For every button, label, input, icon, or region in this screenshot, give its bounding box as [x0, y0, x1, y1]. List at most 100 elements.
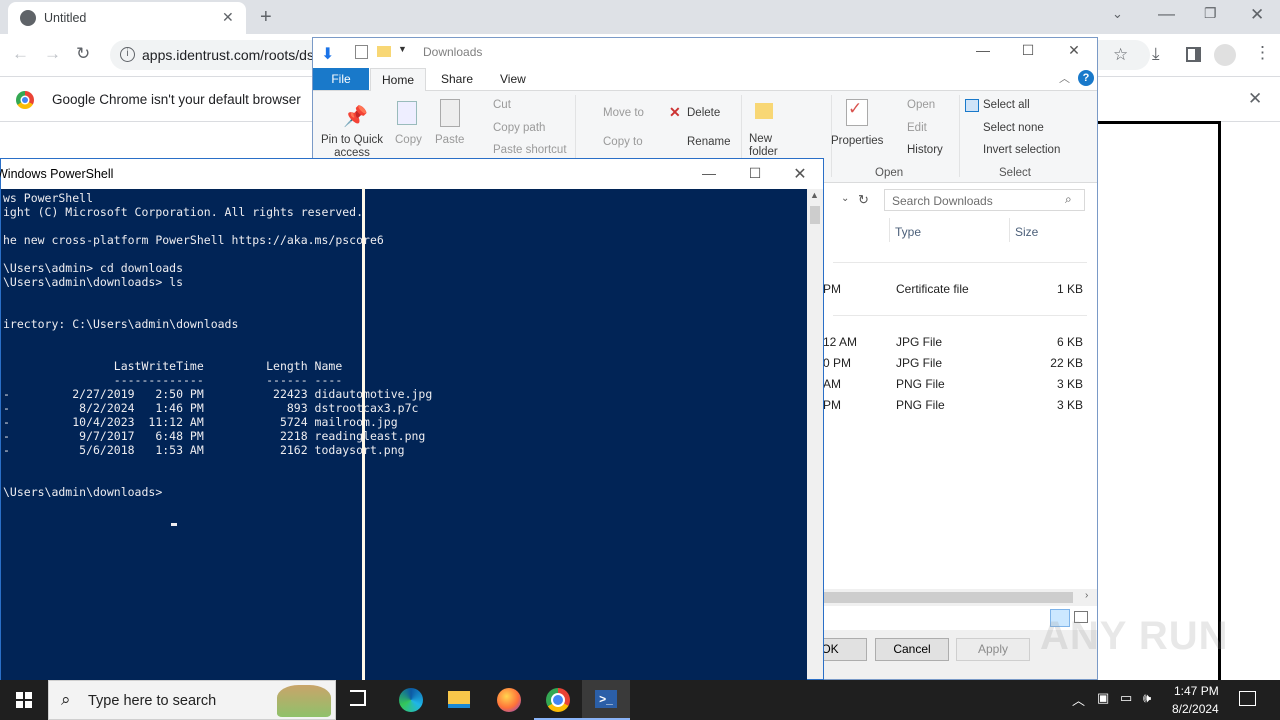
column-header-type[interactable]: Type [895, 225, 921, 239]
windows-logo-icon [16, 692, 32, 708]
infobar-close-icon[interactable]: ✕ [1248, 90, 1262, 107]
task-view-icon[interactable] [350, 690, 366, 706]
console-line: ------------- ------ ---- [3, 373, 343, 387]
console-line: \Users\admin\downloads> ls [3, 275, 184, 289]
console-scrollbar-thumb[interactable] [810, 206, 820, 224]
forward-icon[interactable]: → [44, 45, 61, 62]
qat-dropdown-icon[interactable]: ▼ [398, 44, 407, 54]
powershell-console[interactable]: ws PowerShell ight (C) Microsoft Corporat… [1, 189, 807, 681]
profile-avatar[interactable] [1214, 44, 1236, 66]
scroll-right-icon[interactable]: › [1085, 590, 1088, 601]
tab-file[interactable]: File [313, 68, 369, 90]
ribbon-collapse-icon[interactable]: ︿ [1059, 70, 1070, 86]
bookmark-star-icon[interactable]: ☆ [1113, 46, 1128, 63]
row-size: 1 KB [1056, 282, 1083, 296]
new-tab-button[interactable]: + [260, 7, 272, 27]
copy-button[interactable]: Copy [395, 134, 422, 146]
powershell-title: Windows PowerShell [0, 167, 114, 181]
pin-quick-access-button[interactable]: Pin to Quick access [321, 134, 383, 160]
back-icon[interactable]: ← [12, 45, 29, 62]
tab-search-icon[interactable]: ⌄ [1112, 7, 1123, 20]
side-panel-icon[interactable] [1186, 47, 1201, 62]
paste-button[interactable]: Paste [435, 134, 464, 146]
volume-icon[interactable]: 🕪 [1143, 690, 1151, 706]
qat-folder-icon[interactable] [377, 46, 391, 57]
help-icon[interactable]: ? [1078, 70, 1094, 86]
tab-home[interactable]: Home [370, 68, 426, 91]
explorer-maximize-button[interactable]: ☐ [1016, 42, 1040, 59]
list-item[interactable]: PM PNG File 3 KB [823, 398, 1087, 416]
minimize-button[interactable]: — [1158, 5, 1175, 22]
row-type: JPG File [896, 335, 943, 349]
console-line: - 5/6/2018 1:53 AM 2162 todaysort.png [3, 443, 405, 457]
close-button[interactable]: ✕ [1250, 6, 1264, 23]
edge-icon [399, 688, 423, 712]
row-date: 0 PM [823, 356, 852, 370]
clock-date[interactable]: 8/2/2024 [1172, 702, 1219, 716]
list-item[interactable]: AM PNG File 3 KB [823, 377, 1087, 395]
search-downloads-box[interactable]: Search Downloads ⌕ [884, 189, 1085, 211]
group-divider [833, 262, 1087, 263]
scrollbar-thumb[interactable] [823, 592, 1073, 603]
history-button[interactable]: History [907, 144, 943, 156]
clock-time[interactable]: 1:47 PM [1174, 684, 1219, 698]
taskbar-edge[interactable] [386, 680, 434, 720]
ps-maximize-button[interactable]: ☐ [743, 165, 767, 182]
taskbar-powershell[interactable]: >_ [582, 680, 630, 720]
move-to-button[interactable]: Move to [603, 107, 644, 119]
address-dropdown-icon[interactable]: ⌄ [841, 193, 849, 204]
cut-button[interactable]: Cut [493, 99, 511, 111]
scroll-up-icon[interactable]: ▲ [810, 190, 819, 200]
explorer-close-button[interactable]: ✕ [1062, 42, 1086, 59]
rename-button[interactable]: Rename [687, 136, 730, 148]
taskbar-firefox[interactable] [484, 680, 532, 720]
refresh-icon[interactable]: ↻ [858, 192, 869, 208]
qat-properties-icon[interactable] [355, 45, 368, 59]
tab-close-icon[interactable]: ✕ [222, 10, 234, 24]
download-icon[interactable]: ⤓ [1152, 45, 1160, 62]
taskbar-file-explorer[interactable] [434, 680, 482, 720]
tray-overflow-icon[interactable]: ︿ [1072, 690, 1085, 709]
tray-device-icon[interactable]: ▣ [1097, 690, 1109, 706]
new-folder-button[interactable]: New folder [749, 133, 787, 159]
site-info-icon[interactable]: i [120, 47, 135, 62]
start-button[interactable] [0, 680, 48, 720]
taskbar-chrome[interactable] [534, 680, 582, 720]
notification-icon[interactable] [1239, 691, 1256, 706]
network-icon[interactable]: ▭ [1120, 690, 1132, 706]
properties-check-icon: ✓ [848, 99, 863, 118]
tab-share[interactable]: Share [441, 72, 473, 86]
ps-close-button[interactable]: ✕ [788, 164, 812, 184]
invert-selection-button[interactable]: Invert selection [983, 144, 1060, 156]
edit-button[interactable]: Edit [907, 122, 927, 134]
copy-to-button[interactable]: Copy to [603, 136, 643, 148]
select-all-button[interactable]: Select all [983, 99, 1030, 111]
copy-path-button[interactable]: Copy path [493, 122, 545, 134]
apply-button[interactable]: Apply [956, 638, 1030, 661]
horizontal-scrollbar[interactable]: › [823, 589, 1097, 606]
list-item[interactable]: 12 AM JPG File 6 KB [823, 335, 1087, 353]
tab-view[interactable]: View [500, 72, 526, 86]
taskbar-search-box[interactable]: ⌕ Type here to search [48, 680, 336, 720]
quick-access-download-icon[interactable]: ⬇ [321, 44, 334, 64]
list-item[interactable]: PM Certificate file 1 KB [823, 282, 1087, 300]
menu-icon[interactable]: ⋮ [1254, 44, 1271, 61]
chrome-tab[interactable]: Untitled ✕ [8, 2, 246, 34]
column-header-size[interactable]: Size [1015, 225, 1038, 239]
select-none-button[interactable]: Select none [983, 122, 1044, 134]
list-item[interactable]: 0 PM JPG File 22 KB [823, 356, 1087, 374]
row-type: PNG File [896, 398, 945, 412]
console-line: \Users\admin> cd downloads [3, 261, 184, 275]
row-size: 3 KB [1056, 398, 1083, 412]
console-scrollbar[interactable]: ▲ [807, 189, 823, 679]
restore-button[interactable]: ❐ [1204, 6, 1217, 20]
delete-button[interactable]: Delete [687, 107, 720, 119]
cancel-button[interactable]: Cancel [875, 638, 949, 661]
paste-shortcut-button[interactable]: Paste shortcut [493, 144, 567, 156]
powershell-window: Windows PowerShell — ☐ ✕ ws PowerShell ig… [0, 158, 824, 681]
reload-icon[interactable]: ↻ [76, 45, 90, 62]
ps-minimize-button[interactable]: — [697, 165, 721, 181]
properties-button[interactable]: Properties [831, 135, 883, 147]
explorer-minimize-button[interactable]: — [971, 42, 995, 58]
open-button[interactable]: Open [907, 99, 935, 111]
